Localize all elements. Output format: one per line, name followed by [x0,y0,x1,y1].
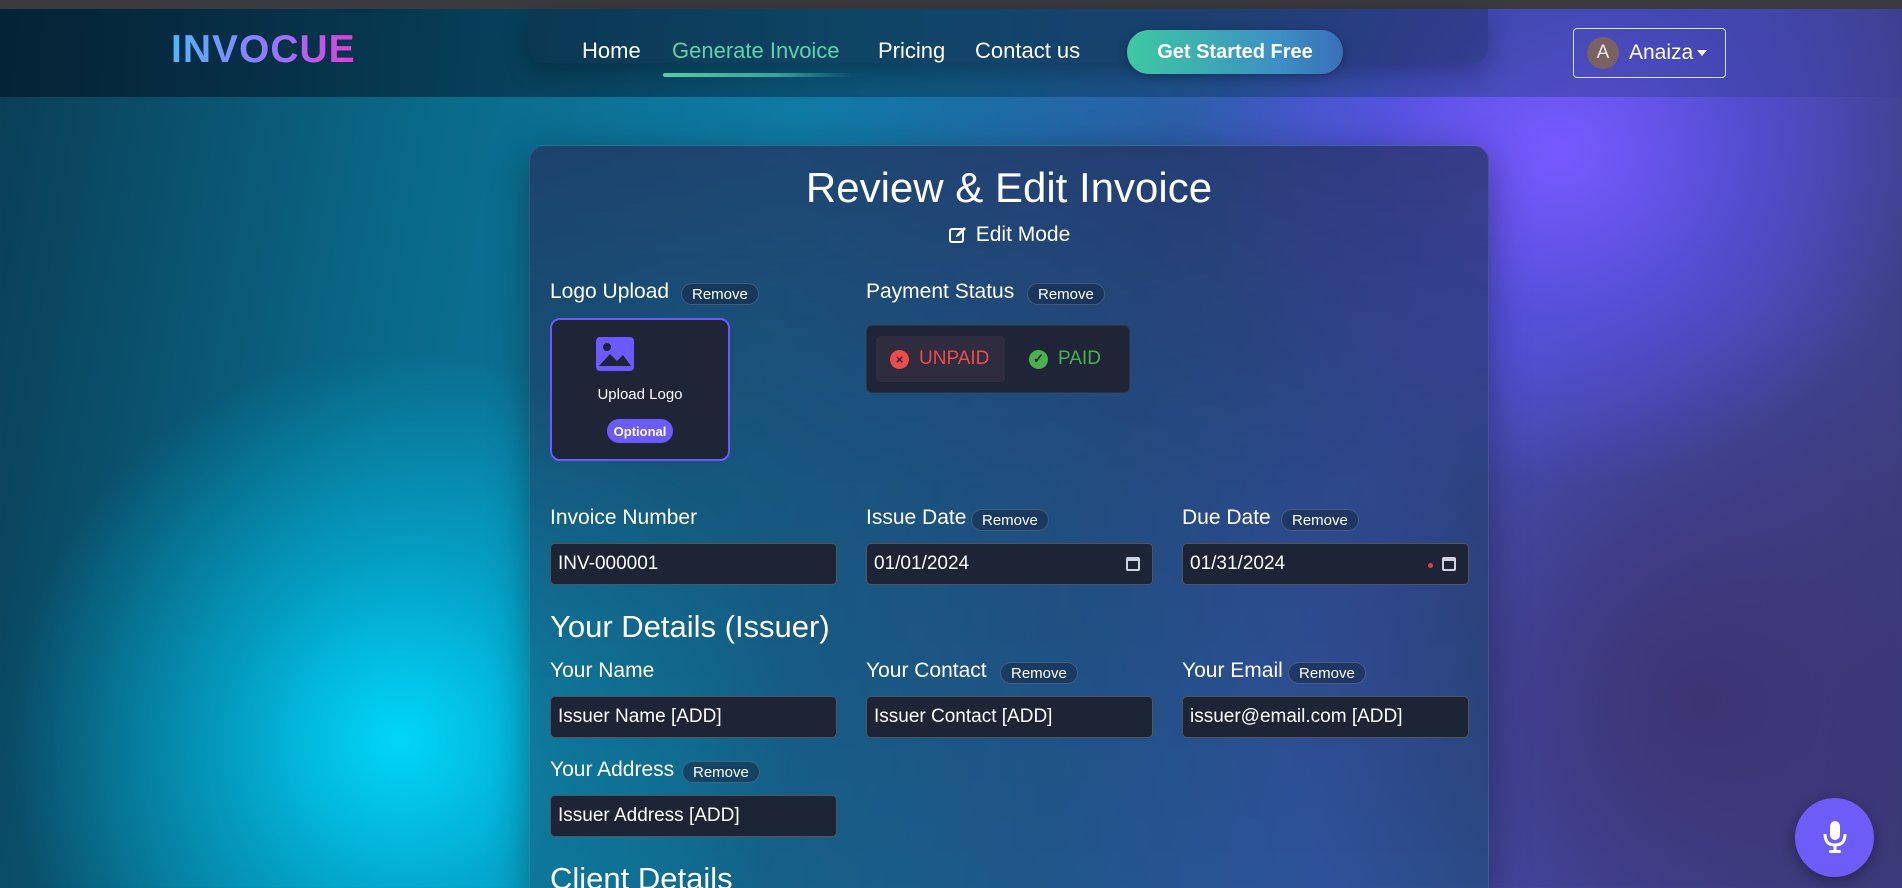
due-date-value: 01/31/2024 [1190,553,1286,574]
get-started-button[interactable]: Get Started Free [1127,30,1343,74]
upload-logo-label: Upload Logo [597,386,683,403]
your-name-label: Your Name [550,659,655,682]
paid-label: PAID [1058,348,1101,369]
remove-payment-status-button[interactable]: Remove [1027,283,1105,305]
remove-due-date-button[interactable]: Remove [1281,509,1359,531]
your-address-input[interactable]: Issuer Address [ADD] [550,795,837,837]
your-name-input[interactable]: Issuer Name [ADD] [550,696,837,738]
remove-logo-button[interactable]: Remove [681,283,759,305]
remove-address-button[interactable]: Remove [682,761,760,783]
window-top-strip [0,0,1902,9]
remove-email-button[interactable]: Remove [1288,662,1366,684]
client-section-heading: Client Details [550,861,733,888]
issue-date-input[interactable]: 01/01/2024 [866,543,1153,585]
chevron-down-icon [1697,50,1708,56]
nav-pricing[interactable]: Pricing [878,38,945,64]
required-indicator [1428,563,1433,568]
edit-icon [948,227,966,243]
your-contact-input[interactable]: Issuer Contact [ADD] [866,696,1153,738]
unpaid-label: UNPAID [919,348,990,369]
edit-mode-label: Edit Mode [975,223,1071,246]
due-date-label: Due Date [1182,506,1271,529]
your-contact-label: Your Contact [866,659,987,682]
your-email-value: issuer@email.com [ADD] [1190,706,1403,727]
logo-upload-label: Logo Upload [550,280,670,303]
check-circle-icon: ✓ [1029,349,1048,369]
logo-upload-dropzone[interactable]: Upload Logo Optional [550,318,730,461]
user-name: Anaiza [1629,41,1694,64]
invoice-number-input[interactable]: INV-000001 [550,543,837,585]
user-menu-button[interactable]: A Anaiza [1573,28,1726,78]
invoice-number-label: Invoice Number [550,506,698,529]
x-circle-icon: × [890,349,909,369]
your-address-label: Your Address [550,758,675,781]
active-nav-underline [663,73,853,77]
microphone-icon [1823,821,1847,853]
voice-input-button[interactable] [1795,798,1874,877]
remove-contact-button[interactable]: Remove [1000,662,1078,684]
unpaid-option[interactable]: × UNPAID [876,336,1005,382]
invoice-edit-card: Review & Edit Invoice Edit Mode Logo Upl… [529,145,1489,888]
avatar: A [1587,37,1619,69]
edit-mode-indicator: Edit Mode [530,223,1488,247]
calendar-icon[interactable] [1126,557,1140,571]
payment-status-label: Payment Status [866,280,1015,303]
paid-option[interactable]: ✓ PAID [1029,336,1129,382]
nav-generate-invoice[interactable]: Generate Invoice [672,38,840,64]
your-email-label: Your Email [1182,659,1283,682]
calendar-icon[interactable] [1442,557,1456,571]
remove-issue-date-button[interactable]: Remove [971,509,1049,531]
optional-badge: Optional [607,419,673,443]
invoice-number-value: INV-000001 [558,553,659,574]
brand-logo[interactable]: INVOCUE [171,28,356,72]
issue-date-value: 01/01/2024 [874,553,970,574]
image-icon [596,337,634,371]
issuer-section-heading: Your Details (Issuer) [550,609,830,644]
issue-date-label: Issue Date [866,506,967,529]
page-title: Review & Edit Invoice [805,164,1213,211]
nav-home[interactable]: Home [582,38,641,64]
payment-status-toggle: × UNPAID ✓ PAID [866,325,1130,393]
due-date-input[interactable]: 01/31/2024 [1182,543,1469,585]
nav-contact-us[interactable]: Contact us [975,38,1080,64]
your-contact-value: Issuer Contact [ADD] [874,706,1053,727]
your-email-input[interactable]: issuer@email.com [ADD] [1182,696,1469,738]
your-name-value: Issuer Name [ADD] [558,706,722,727]
your-address-value: Issuer Address [ADD] [558,805,740,826]
